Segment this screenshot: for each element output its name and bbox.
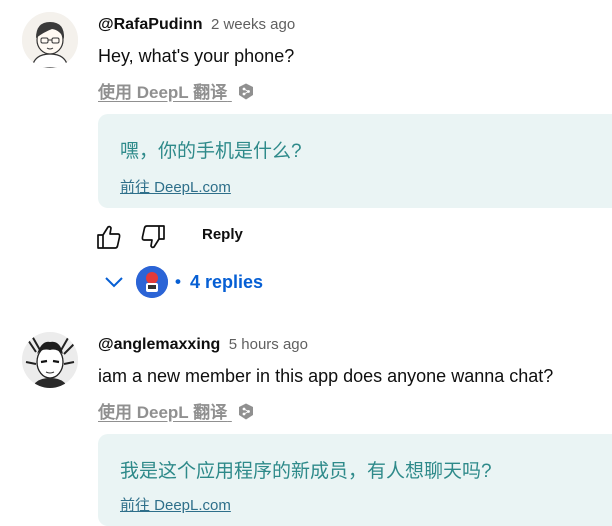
comment-text: iam a new member in this app does anyone… (98, 366, 554, 386)
comment-body: @RafaPudinn 2 weeks ago Hey, what's your… (97, 16, 612, 306)
cartoon-avatar-icon (22, 12, 78, 68)
comment-actions: Reply (97, 222, 398, 252)
comment-meta: @anglemaxxing 5 hours ago (98, 336, 308, 358)
comment-1: @RafaPudinn 2 weeks ago Hey, what's your… (0, 0, 612, 310)
author-avatar[interactable] (22, 12, 78, 68)
translation-text: 嘿，你的手机是什么? (120, 141, 302, 162)
author-name[interactable]: @anglemaxxing (98, 336, 220, 353)
manga-avatar-icon (22, 332, 78, 388)
chevron-down-icon (105, 277, 123, 288)
comment-meta: @RafaPudinn 2 weeks ago (98, 16, 295, 38)
reply-avatar-icon (136, 266, 168, 298)
author-name[interactable]: @RafaPudinn (98, 16, 203, 33)
translate-with-deepl-link[interactable]: 使用 DeepL 翻译 (98, 398, 254, 425)
translation-box: 嘿，你的手机是什么? 前往 DeepL.com (98, 114, 612, 208)
comment-2: @anglemaxxing 5 hours ago iam a new memb… (0, 320, 612, 526)
deepl-icon (238, 403, 254, 425)
reply-avatar (136, 266, 168, 298)
author-avatar[interactable] (22, 332, 78, 388)
replies-dot: • (175, 272, 181, 291)
comment-text: Hey, what's your phone? (98, 46, 295, 66)
translation-box: 我是这个应用程序的新成员，有人想聊天吗? 前往 DeepL.com (98, 434, 612, 526)
thumbs-down-icon (141, 225, 165, 249)
reply-button[interactable]: Reply (202, 226, 243, 243)
goto-deepl-link[interactable]: 前往 DeepL.com (120, 176, 231, 197)
replies-count[interactable]: 4 replies (190, 272, 263, 293)
translate-with-deepl-link[interactable]: 使用 DeepL 翻译 (98, 78, 254, 105)
view-replies-button[interactable]: • 4 replies (98, 266, 298, 300)
translation-text: 我是这个应用程序的新成员，有人想聊天吗? (120, 461, 492, 482)
like-button[interactable] (94, 222, 124, 252)
deepl-icon (238, 83, 254, 105)
goto-deepl-link[interactable]: 前往 DeepL.com (120, 494, 231, 515)
translate-link-label: 使用 DeepL 翻译 (98, 83, 228, 102)
dislike-button[interactable] (138, 222, 168, 252)
comment-body: @anglemaxxing 5 hours ago iam a new memb… (98, 336, 612, 526)
comment-time[interactable]: 5 hours ago (229, 336, 308, 353)
comment-time[interactable]: 2 weeks ago (211, 16, 295, 33)
thumbs-up-icon (97, 225, 121, 249)
translate-link-label: 使用 DeepL 翻译 (98, 403, 228, 422)
